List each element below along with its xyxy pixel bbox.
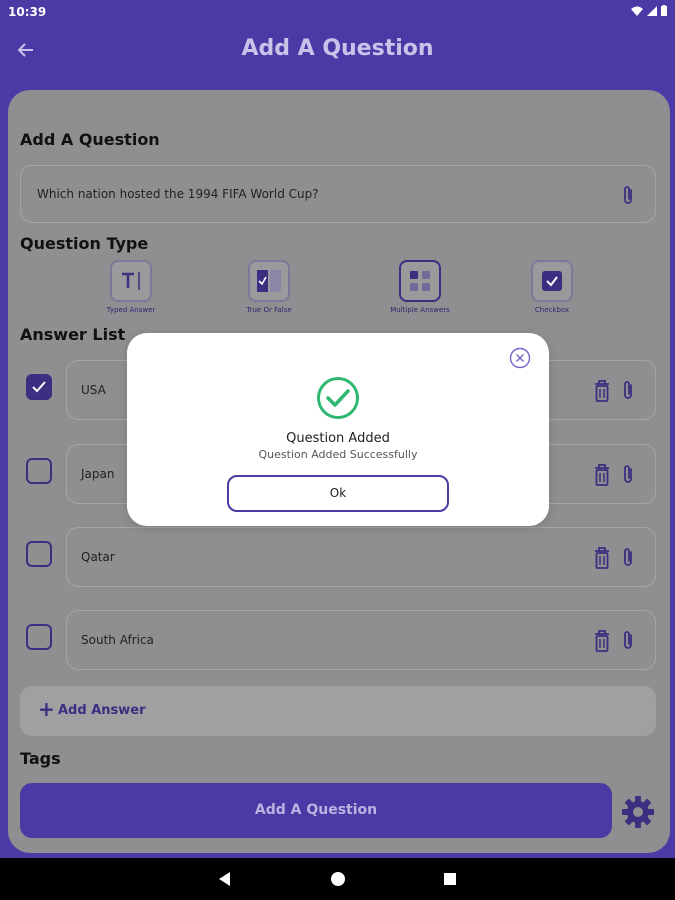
delete-icon[interactable]: [593, 379, 611, 403]
close-icon[interactable]: [509, 347, 531, 369]
attach-icon[interactable]: [621, 379, 635, 401]
true-false-icon: [257, 270, 281, 292]
nav-back-icon[interactable]: [215, 869, 235, 889]
answer-row: Qatar: [8, 527, 670, 587]
wifi-icon: [631, 6, 643, 16]
checkbox-type-icon: [542, 271, 562, 291]
app-bar: Add A Question: [0, 24, 675, 80]
status-icons: [631, 5, 667, 16]
answer-checkbox[interactable]: [26, 374, 52, 400]
gear-icon[interactable]: [620, 794, 656, 830]
question-section-title: Add A Question: [20, 130, 160, 149]
dialog-title: Question Added: [286, 431, 390, 446]
dialog-subtitle: Question Added Successfully: [258, 448, 418, 461]
multiple-answers-icon: [410, 271, 430, 291]
add-question-button[interactable]: Add A Question: [20, 783, 612, 838]
multiple-answers-tile: [399, 260, 441, 302]
tags-section-title: Tags: [20, 749, 61, 768]
delete-icon[interactable]: [593, 463, 611, 487]
answer-input[interactable]: South Africa: [66, 610, 656, 670]
answers-section-title: Answer List: [20, 325, 126, 344]
type-label: True Or False: [246, 306, 292, 314]
signal-icon: [647, 5, 657, 16]
status-bar: 10:39: [0, 0, 675, 24]
nav-home-icon[interactable]: [328, 869, 348, 889]
check-icon: [32, 381, 46, 393]
delete-icon[interactable]: [593, 629, 611, 653]
answer-input-value: South Africa: [81, 633, 154, 647]
question-input-value: Which nation hosted the 1994 FIFA World …: [37, 187, 319, 201]
typed-answer-tile: [110, 260, 152, 302]
typed-answer-icon: [122, 272, 140, 290]
ok-button[interactable]: Ok: [227, 475, 449, 512]
answer-checkbox[interactable]: [26, 624, 52, 650]
type-option-typed-answer[interactable]: Typed Answer: [76, 260, 186, 314]
add-answer-button[interactable]: + Add Answer: [20, 686, 656, 736]
attach-icon[interactable]: [621, 184, 635, 206]
status-time: 10:39: [8, 5, 47, 19]
battery-icon: [661, 5, 667, 16]
success-dialog: Question Added Question Added Successful…: [127, 333, 549, 526]
attach-icon[interactable]: [621, 629, 635, 651]
plus-icon: +: [38, 697, 55, 721]
type-label: Multiple Answers: [390, 306, 450, 314]
answer-checkbox[interactable]: [26, 541, 52, 567]
question-input[interactable]: Which nation hosted the 1994 FIFA World …: [20, 165, 656, 223]
type-section-title: Question Type: [20, 234, 149, 253]
add-answer-label: Add Answer: [58, 703, 146, 718]
type-label: Typed Answer: [106, 306, 156, 314]
answer-checkbox[interactable]: [26, 458, 52, 484]
success-check-icon: [317, 377, 359, 419]
system-nav-bar: [0, 858, 675, 900]
attach-icon[interactable]: [621, 463, 635, 485]
page-title: Add A Question: [241, 36, 434, 61]
true-false-tile: [248, 260, 290, 302]
type-option-checkbox[interactable]: Checkbox: [497, 260, 607, 314]
answer-input[interactable]: Qatar: [66, 527, 656, 587]
attach-icon[interactable]: [621, 546, 635, 568]
type-option-true-false[interactable]: True Or False: [214, 260, 324, 314]
checkbox-type-tile: [531, 260, 573, 302]
question-type-selector: Typed Answer True Or False Multiple Answ…: [8, 260, 670, 320]
answer-input-value: Qatar: [81, 550, 115, 564]
answer-row: South Africa: [8, 610, 670, 670]
nav-recents-icon[interactable]: [440, 869, 460, 889]
type-option-multiple-answers[interactable]: Multiple Answers: [365, 260, 475, 314]
answer-input-value: Japan: [81, 467, 115, 481]
delete-icon[interactable]: [593, 546, 611, 570]
type-label: Checkbox: [534, 306, 570, 314]
answer-input-value: USA: [81, 383, 106, 397]
